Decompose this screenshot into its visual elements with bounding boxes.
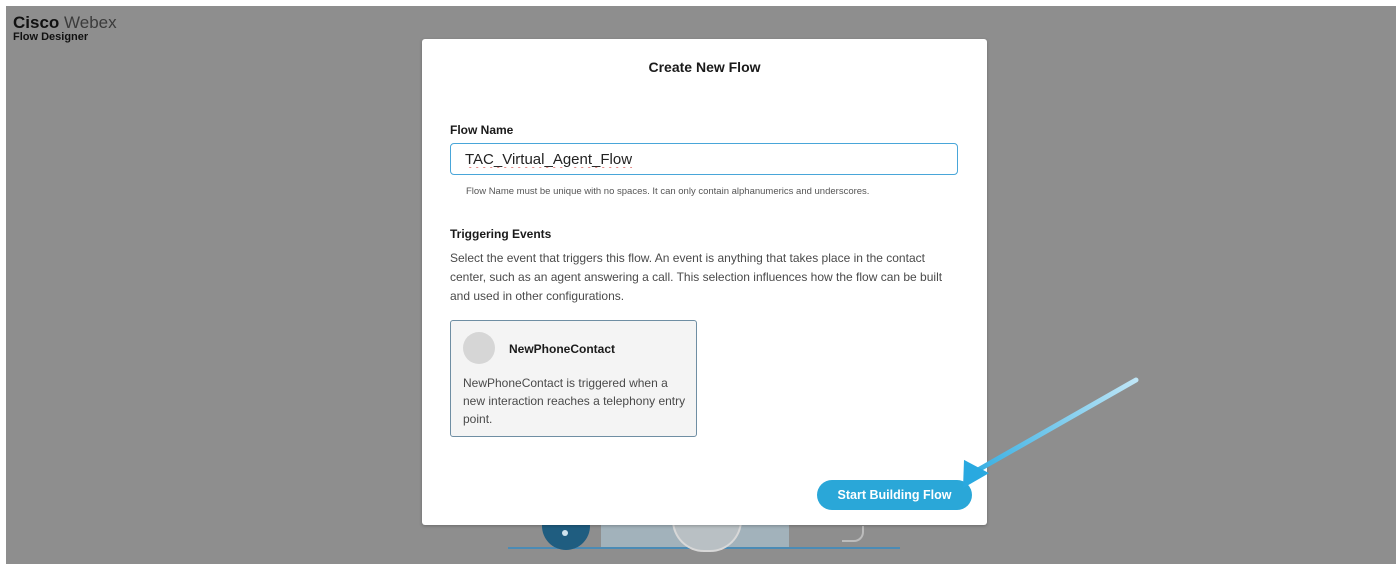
event-card-new-phone-contact[interactable]: NewPhoneContact NewPhoneContact is trigg… [450, 320, 697, 437]
avatar-placeholder-icon [463, 332, 495, 364]
app-brand: Cisco Webex Flow Designer [13, 14, 117, 43]
create-new-flow-modal: Create New Flow Flow Name Flow Name must… [422, 39, 987, 525]
flow-name-label: Flow Name [450, 123, 514, 137]
brand-name-light: Webex [64, 13, 117, 32]
triggering-events-label: Triggering Events [450, 227, 552, 241]
brand-name-bold: Cisco [13, 13, 60, 32]
flow-name-input[interactable] [450, 143, 958, 175]
flow-name-hint: Flow Name must be unique with no spaces.… [466, 186, 870, 197]
brand-logo-text: Cisco Webex [13, 14, 117, 31]
app-subtitle: Flow Designer [13, 31, 89, 43]
event-description: NewPhoneContact is triggered when a new … [463, 376, 686, 426]
event-name: NewPhoneContact [509, 342, 616, 356]
start-building-flow-button[interactable]: Start Building Flow [817, 480, 972, 510]
triggering-events-description: Select the event that triggers this flow… [450, 251, 943, 303]
modal-title: Create New Flow [648, 59, 761, 75]
